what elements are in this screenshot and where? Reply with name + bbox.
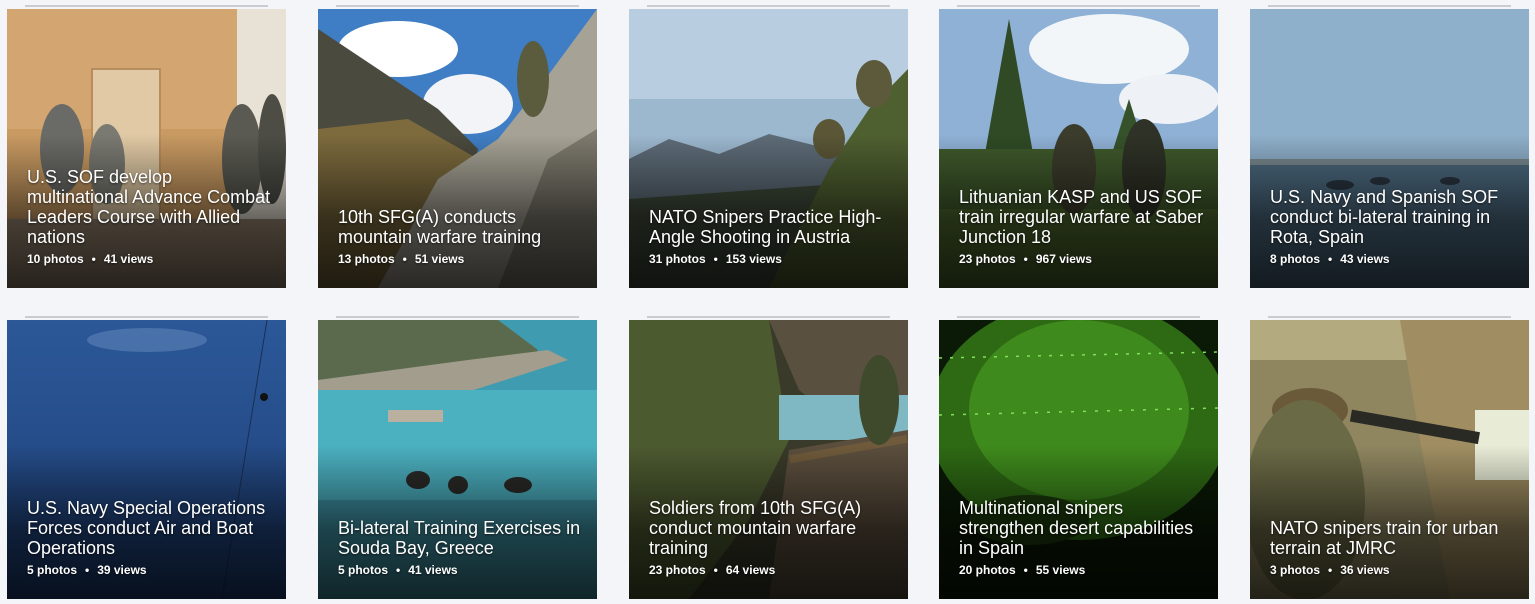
album-meta: 3 photos • 36 views — [1270, 563, 1515, 577]
view-count: 41 views — [408, 563, 458, 577]
album-card[interactable]: Soldiers from 10th SFG(A) conduct mounta… — [629, 320, 908, 599]
album-meta: 31 photos • 153 views — [649, 252, 894, 266]
meta-separator: • — [85, 563, 90, 577]
view-count: 967 views — [1035, 252, 1092, 266]
album-card[interactable]: NATO Snipers Practice High-Angle Shootin… — [629, 9, 908, 288]
album-stack-edge — [1268, 5, 1511, 11]
meta-separator: • — [402, 252, 407, 266]
meta-separator: • — [713, 252, 718, 266]
album-caption: U.S. Navy Special Operations Forces cond… — [27, 498, 272, 577]
album-meta: 5 photos • 41 views — [338, 563, 583, 577]
album-card[interactable]: U.S. SOF develop multinational Advance C… — [7, 9, 286, 288]
album-stack-edge — [647, 316, 890, 322]
photo-count: 23 photos — [959, 252, 1016, 266]
photo-count: 23 photos — [649, 563, 706, 577]
album-meta: 8 photos • 43 views — [1270, 252, 1515, 266]
photo-count: 13 photos — [338, 252, 395, 266]
album-caption: U.S. Navy and Spanish SOF conduct bi-lat… — [1270, 187, 1515, 266]
album-title[interactable]: U.S. Navy Special Operations Forces cond… — [27, 498, 272, 558]
album-stack-edge — [957, 5, 1200, 11]
album-meta: 20 photos • 55 views — [959, 563, 1204, 577]
album-card[interactable]: 10th SFG(A) conducts mountain warfare tr… — [318, 9, 597, 288]
photo-count: 5 photos — [338, 563, 388, 577]
album-title[interactable]: NATO snipers train for urban terrain at … — [1270, 518, 1515, 558]
view-count: 39 views — [97, 563, 147, 577]
meta-separator: • — [1023, 563, 1028, 577]
photo-count: 3 photos — [1270, 563, 1320, 577]
meta-separator: • — [713, 563, 718, 577]
album-card[interactable]: Bi-lateral Training Exercises in Souda B… — [318, 320, 597, 599]
album-title[interactable]: 10th SFG(A) conducts mountain warfare tr… — [338, 207, 583, 247]
meta-separator: • — [1328, 252, 1333, 266]
album-caption: U.S. SOF develop multinational Advance C… — [27, 167, 272, 266]
view-count: 153 views — [725, 252, 782, 266]
album-caption: NATO Snipers Practice High-Angle Shootin… — [649, 207, 894, 266]
view-count: 64 views — [725, 563, 776, 577]
album-grid: U.S. SOF develop multinational Advance C… — [0, 0, 1535, 604]
album-card[interactable]: Multinational snipers strengthen desert … — [939, 320, 1218, 599]
album-meta: 5 photos • 39 views — [27, 563, 272, 577]
album-card[interactable]: U.S. Navy and Spanish SOF conduct bi-lat… — [1250, 9, 1529, 288]
album-stack-edge — [336, 316, 579, 322]
album-meta: 23 photos • 64 views — [649, 563, 894, 577]
view-count: 55 views — [1035, 563, 1086, 577]
album-card[interactable]: U.S. Navy Special Operations Forces cond… — [7, 320, 286, 599]
album-title[interactable]: NATO Snipers Practice High-Angle Shootin… — [649, 207, 894, 247]
album-caption: Lithuanian KASP and US SOF train irregul… — [959, 187, 1204, 266]
album-title[interactable]: Lithuanian KASP and US SOF train irregul… — [959, 187, 1204, 247]
album-card[interactable]: Lithuanian KASP and US SOF train irregul… — [939, 9, 1218, 288]
album-caption: Multinational snipers strengthen desert … — [959, 498, 1204, 577]
album-meta: 13 photos • 51 views — [338, 252, 583, 266]
album-caption: Soldiers from 10th SFG(A) conduct mounta… — [649, 498, 894, 577]
meta-separator: • — [1328, 563, 1333, 577]
photo-count: 20 photos — [959, 563, 1016, 577]
album-stack-edge — [647, 5, 890, 11]
album-title[interactable]: Multinational snipers strengthen desert … — [959, 498, 1204, 558]
photo-count: 10 photos — [27, 252, 84, 266]
photo-count: 31 photos — [649, 252, 706, 266]
view-count: 43 views — [1340, 252, 1390, 266]
album-title[interactable]: U.S. Navy and Spanish SOF conduct bi-lat… — [1270, 187, 1515, 247]
album-card[interactable]: NATO snipers train for urban terrain at … — [1250, 320, 1529, 599]
photo-count: 8 photos — [1270, 252, 1320, 266]
album-caption: Bi-lateral Training Exercises in Souda B… — [338, 518, 583, 577]
album-meta: 10 photos • 41 views — [27, 252, 272, 266]
view-count: 36 views — [1340, 563, 1390, 577]
view-count: 41 views — [103, 252, 154, 266]
album-caption: 10th SFG(A) conducts mountain warfare tr… — [338, 207, 583, 266]
album-meta: 23 photos • 967 views — [959, 252, 1204, 266]
view-count: 51 views — [414, 252, 465, 266]
photo-count: 5 photos — [27, 563, 77, 577]
album-title[interactable]: Bi-lateral Training Exercises in Souda B… — [338, 518, 583, 558]
meta-separator: • — [396, 563, 401, 577]
album-title[interactable]: Soldiers from 10th SFG(A) conduct mounta… — [649, 498, 894, 558]
meta-separator: • — [1023, 252, 1028, 266]
album-stack-edge — [957, 316, 1200, 322]
album-caption: NATO snipers train for urban terrain at … — [1270, 518, 1515, 577]
album-stack-edge — [336, 5, 579, 11]
album-stack-edge — [25, 316, 268, 322]
album-stack-edge — [25, 5, 268, 11]
meta-separator: • — [91, 252, 96, 266]
album-stack-edge — [1268, 316, 1511, 322]
album-title[interactable]: U.S. SOF develop multinational Advance C… — [27, 167, 272, 247]
